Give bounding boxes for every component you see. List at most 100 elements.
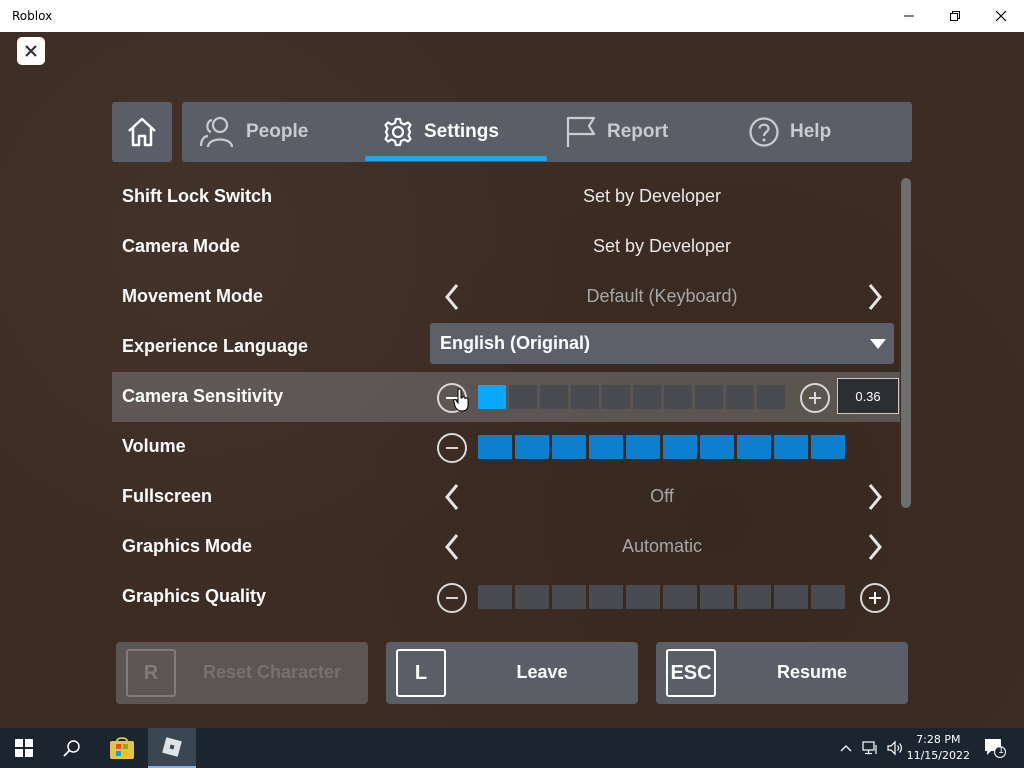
setting-experience-language: Experience Language English (Original) bbox=[112, 322, 900, 372]
sensitivity-value-input[interactable]: 0.36 bbox=[837, 378, 899, 414]
slider-segment[interactable] bbox=[737, 585, 771, 609]
action-center-button[interactable]: 1 bbox=[980, 728, 1010, 768]
slider-segment[interactable] bbox=[540, 385, 568, 409]
network-icon bbox=[862, 741, 877, 755]
setting-label: Experience Language bbox=[122, 336, 309, 356]
setting-label: Camera Mode bbox=[122, 236, 241, 256]
start-button[interactable] bbox=[0, 728, 48, 768]
slider-segment[interactable] bbox=[552, 585, 586, 609]
slider-segment[interactable] bbox=[626, 585, 660, 609]
volume-control[interactable] bbox=[884, 728, 906, 768]
slider-segment[interactable] bbox=[737, 435, 771, 459]
close-icon bbox=[995, 10, 1007, 22]
slider-segment[interactable] bbox=[774, 585, 808, 609]
slider-segment[interactable] bbox=[515, 585, 549, 609]
slider-segment[interactable] bbox=[663, 435, 697, 459]
setting-label: Graphics Mode bbox=[122, 536, 253, 556]
increase-button[interactable] bbox=[860, 583, 890, 613]
next-option-button[interactable] bbox=[860, 281, 890, 313]
network-status[interactable] bbox=[860, 728, 882, 768]
restore-icon bbox=[950, 11, 960, 21]
setting-label: Graphics Quality bbox=[122, 586, 267, 606]
home-tab[interactable] bbox=[112, 102, 172, 162]
slider-segment[interactable] bbox=[811, 435, 845, 459]
slider-segment[interactable] bbox=[700, 585, 734, 609]
slider-segment[interactable] bbox=[695, 385, 723, 409]
help-icon bbox=[749, 117, 779, 147]
slider-segment[interactable] bbox=[626, 435, 660, 459]
keybind-badge: R bbox=[126, 649, 176, 697]
keybind-badge: ESC bbox=[666, 649, 716, 697]
store-app-button[interactable] bbox=[98, 728, 146, 768]
leave-button[interactable]: L Leave bbox=[386, 642, 638, 704]
slider-segment[interactable] bbox=[602, 385, 630, 409]
home-icon bbox=[128, 117, 156, 147]
clock-date: 11/15/2022 bbox=[906, 749, 970, 762]
close-icon bbox=[25, 45, 37, 57]
slider-segment[interactable] bbox=[589, 585, 623, 609]
tab-settings[interactable]: Settings bbox=[382, 102, 499, 162]
language-dropdown[interactable]: English (Original) bbox=[430, 323, 894, 364]
slider-segment[interactable] bbox=[774, 435, 808, 459]
volume-slider[interactable] bbox=[478, 435, 845, 459]
slider-segment[interactable] bbox=[515, 435, 549, 459]
minus-icon bbox=[446, 447, 458, 449]
decrease-button[interactable] bbox=[437, 583, 467, 613]
tab-label: People bbox=[246, 121, 309, 142]
reset-character-button[interactable]: R Reset Character bbox=[116, 642, 368, 704]
close-menu-button[interactable] bbox=[17, 37, 45, 65]
tab-help[interactable]: Help bbox=[748, 102, 831, 162]
plus-icon bbox=[869, 592, 881, 604]
roblox-app-button[interactable] bbox=[148, 728, 196, 768]
chevron-right-icon bbox=[868, 534, 882, 560]
next-option-button[interactable] bbox=[860, 531, 890, 563]
slider-segment[interactable] bbox=[478, 585, 512, 609]
search-button[interactable] bbox=[48, 728, 96, 768]
slider-segment[interactable] bbox=[700, 435, 734, 459]
slider-segment[interactable] bbox=[589, 435, 623, 459]
store-icon bbox=[110, 737, 134, 759]
slider-segment[interactable] bbox=[726, 385, 754, 409]
next-option-button[interactable] bbox=[860, 481, 890, 513]
tab-report[interactable]: Report bbox=[565, 102, 668, 162]
tab-people[interactable]: People bbox=[198, 102, 308, 162]
setting-value: Set by Developer bbox=[592, 236, 732, 256]
slider-segment[interactable] bbox=[478, 435, 512, 459]
slider-segment[interactable] bbox=[571, 385, 599, 409]
decrease-button[interactable] bbox=[437, 433, 467, 463]
show-hidden-icons-button[interactable] bbox=[836, 728, 856, 768]
active-tab-indicator bbox=[365, 156, 547, 161]
settings-scrollbar[interactable] bbox=[901, 178, 911, 508]
minimize-button[interactable] bbox=[886, 0, 932, 32]
slider-segment[interactable] bbox=[633, 385, 661, 409]
slider-segment[interactable] bbox=[664, 385, 692, 409]
setting-value: Default (Keyboard) bbox=[586, 286, 738, 306]
slider-segment[interactable] bbox=[663, 585, 697, 609]
slider-segment[interactable] bbox=[552, 435, 586, 459]
increase-button[interactable] bbox=[800, 383, 830, 413]
slider-segment[interactable] bbox=[757, 385, 785, 409]
setting-graphics-mode: Graphics Mode Automatic bbox=[112, 522, 900, 572]
slider-segment[interactable] bbox=[811, 585, 845, 609]
tab-label: Help bbox=[790, 121, 832, 142]
graphics-quality-slider[interactable] bbox=[478, 585, 845, 609]
setting-label: Movement Mode bbox=[122, 286, 264, 306]
chevron-right-icon bbox=[868, 284, 882, 310]
keybind-badge: L bbox=[396, 649, 446, 697]
sensitivity-slider[interactable] bbox=[478, 385, 785, 409]
setting-value: Off bbox=[650, 486, 674, 506]
setting-value: Set by Developer bbox=[582, 186, 722, 206]
slider-segment[interactable] bbox=[478, 385, 506, 409]
window-close-button[interactable] bbox=[978, 0, 1024, 32]
search-icon bbox=[63, 740, 80, 757]
setting-shift-lock: Shift Lock Switch Set by Developer bbox=[112, 172, 900, 222]
taskbar-clock[interactable]: 7:28 PM 11/15/2022 bbox=[907, 732, 970, 764]
resume-button[interactable]: ESC Resume bbox=[656, 642, 908, 704]
setting-graphics-quality: Graphics Quality bbox=[112, 572, 900, 622]
caret-down-icon bbox=[870, 339, 886, 349]
slider-segment[interactable] bbox=[509, 385, 537, 409]
notification-count: 1 bbox=[998, 745, 1004, 755]
restore-button[interactable] bbox=[932, 0, 978, 32]
minimize-icon bbox=[904, 15, 914, 17]
window-titlebar: Roblox bbox=[0, 0, 1024, 32]
